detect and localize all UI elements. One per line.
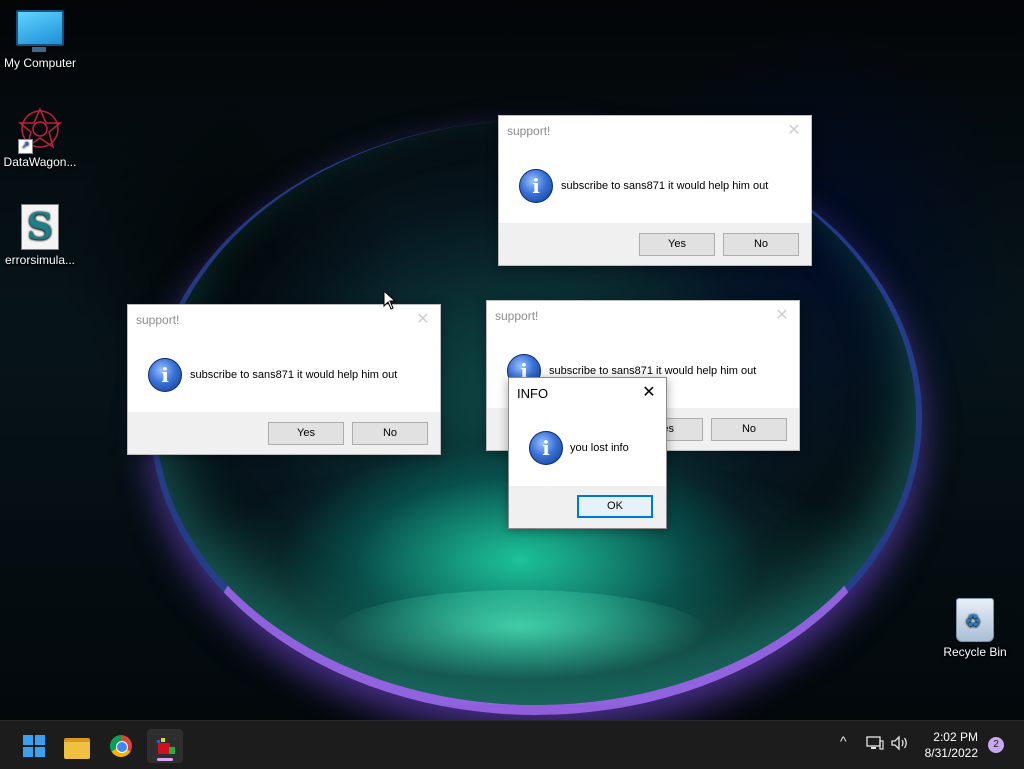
dialog-button-bar: OK	[509, 486, 666, 528]
dialog-title: support!	[507, 124, 551, 138]
volume-icon[interactable]	[890, 735, 910, 751]
taskbar: ^ 2:02 PM 8/31/2022 2	[0, 720, 1024, 769]
system-clock[interactable]: 2:02 PM 8/31/2022	[925, 729, 978, 761]
wallpaper-glow	[330, 590, 710, 680]
taskbar-errorsimulator[interactable]	[147, 729, 183, 763]
info-icon: i	[519, 169, 553, 203]
clock-time: 2:02 PM	[933, 730, 978, 744]
taskbar-file-explorer[interactable]	[59, 729, 95, 763]
clock-date: 8/31/2022	[924, 746, 978, 760]
dialog-message: subscribe to sans871 it would help him o…	[190, 369, 398, 381]
desktop-icon-label: Recycle Bin	[943, 645, 1007, 659]
yes-button[interactable]: Yes	[639, 233, 715, 256]
yes-button[interactable]: Yes	[268, 422, 344, 445]
script-file-icon: S	[21, 204, 59, 250]
support-dialog-1[interactable]: support! ✕ i subscribe to sans871 it wou…	[498, 115, 812, 266]
active-app-indicator	[157, 758, 173, 761]
datawagon-icon: ↗	[16, 106, 64, 154]
desktop-icon-label: DataWagon...	[3, 155, 77, 169]
desktop-icon-recycle-bin[interactable]: ♻ Recycle Bin	[935, 598, 1015, 659]
show-hidden-icons-chevron[interactable]: ^	[840, 733, 847, 749]
info-icon: i	[148, 358, 182, 392]
chrome-icon	[110, 735, 132, 757]
no-button[interactable]: No	[711, 418, 787, 441]
windows-logo-icon	[23, 735, 45, 757]
notification-badge[interactable]: 2	[988, 737, 1004, 753]
error-simulator-app-icon	[157, 738, 175, 754]
no-button[interactable]: No	[352, 422, 428, 445]
close-icon[interactable]: ✕	[773, 307, 791, 325]
desktop-icon-label: errorsimula...	[4, 253, 75, 267]
desktop-icon-label: My Computer	[3, 56, 77, 70]
start-button[interactable]	[14, 729, 50, 763]
dialog-title: support!	[136, 313, 180, 327]
close-icon[interactable]: ✕	[640, 384, 658, 402]
dialog-button-bar: Yes No	[128, 412, 440, 454]
close-icon[interactable]: ✕	[414, 311, 432, 329]
desktop-icon-datawagon[interactable]: ↗ DataWagon...	[0, 106, 80, 169]
taskbar-chrome[interactable]	[103, 729, 139, 763]
shortcut-arrow-icon: ↗	[18, 139, 33, 154]
support-dialog-2[interactable]: support! ✕ i subscribe to sans871 it wou…	[127, 304, 441, 455]
dialog-title: INFO	[517, 386, 549, 401]
ok-button[interactable]: OK	[577, 495, 653, 518]
network-icon[interactable]	[866, 735, 884, 751]
folder-icon	[64, 738, 90, 759]
desktop-icon-my-computer[interactable]: My Computer	[0, 10, 80, 70]
mouse-cursor-icon	[383, 290, 397, 310]
monitor-icon	[16, 10, 64, 52]
recycle-bin-icon: ♻	[956, 598, 994, 642]
dialog-button-bar: Yes No	[499, 223, 811, 265]
info-icon: i	[529, 431, 563, 465]
dialog-message: you lost info	[570, 442, 629, 454]
info-dialog[interactable]: INFO ✕ i you lost info OK	[508, 377, 667, 529]
desktop-icon-errorsimulator[interactable]: S errorsimula...	[0, 204, 80, 267]
no-button[interactable]: No	[723, 233, 799, 256]
dialog-message: subscribe to sans871 it would help him o…	[561, 180, 769, 192]
dialog-title: support!	[495, 309, 539, 323]
dialog-message: subscribe to sans871 it would help him o…	[549, 365, 757, 377]
close-icon[interactable]: ✕	[785, 122, 803, 140]
